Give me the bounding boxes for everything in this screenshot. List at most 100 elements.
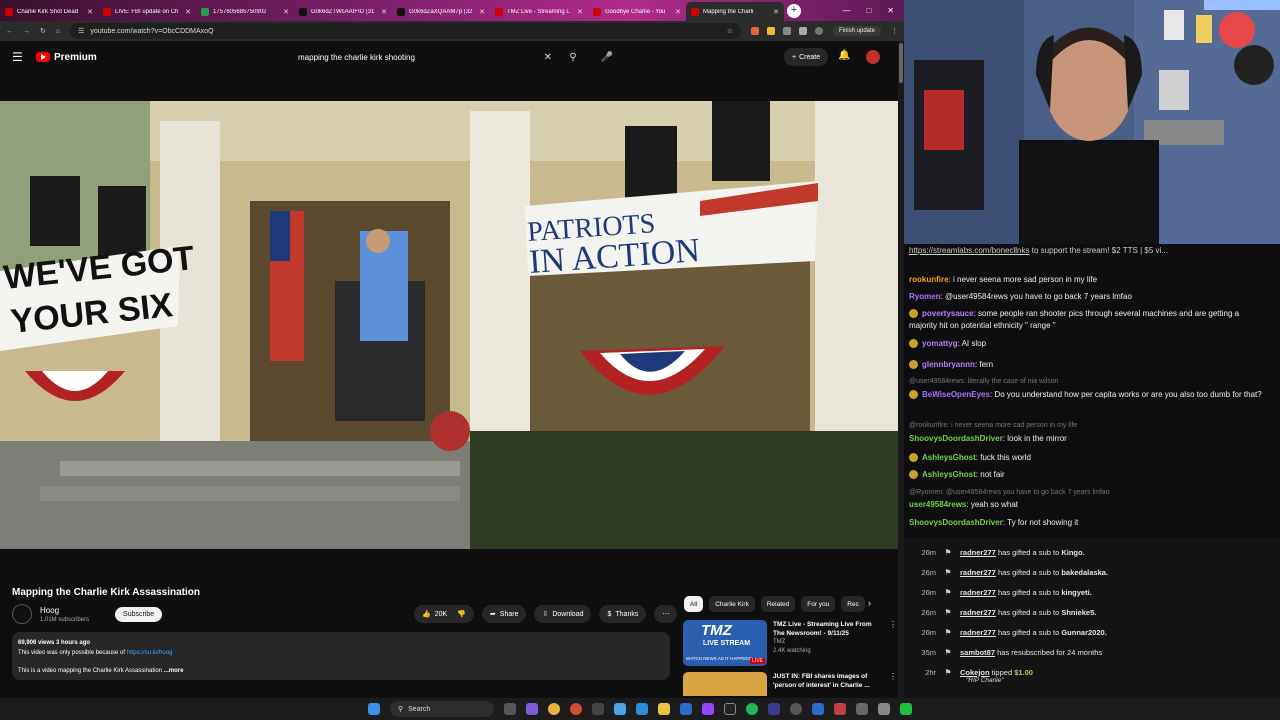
tab-close-icon[interactable]: ✕ [577, 8, 583, 16]
notifications-bell-icon[interactable]: 🔔 [838, 50, 850, 61]
app-icon[interactable] [812, 703, 824, 715]
thanks-button[interactable]: $ Thanks [599, 605, 647, 623]
chat-username[interactable]: BeWiseOpenEyes [922, 390, 990, 399]
app-icon[interactable] [526, 703, 538, 715]
event-user[interactable]: radner277 [960, 588, 996, 597]
folder-icon[interactable] [658, 703, 670, 715]
chat-username[interactable]: povertysauce [922, 309, 974, 318]
chat-pinned-link[interactable]: https://streamlabs.com/bonecllnks [909, 246, 1030, 255]
recommendation-menu-icon[interactable]: ⋮ [889, 672, 897, 696]
maximize-icon[interactable]: □ [866, 6, 871, 15]
tab-close-icon[interactable]: ✕ [675, 8, 681, 16]
tab-close-icon[interactable]: ✕ [479, 8, 485, 16]
puzzle-icon[interactable] [798, 27, 807, 35]
browser-tab[interactable]: Mapping the Charli ✕ [686, 2, 784, 21]
show-more-link[interactable]: ...more [164, 668, 184, 674]
chip-rec[interactable]: Rec [841, 596, 865, 612]
browser-tab[interactable]: 1757605685750902 ✕ [196, 2, 294, 21]
chip-charlie-kirk[interactable]: Charlie Kirk [709, 596, 755, 612]
menu-hamburger-icon[interactable]: ☰ [12, 50, 36, 64]
app-icon[interactable] [724, 703, 736, 715]
app-icon[interactable] [834, 703, 846, 715]
close-window-icon[interactable]: ✕ [887, 6, 894, 15]
chat-username[interactable]: AshleysGhost [922, 453, 976, 462]
tab-close-icon[interactable]: ✕ [87, 8, 93, 16]
like-button[interactable]: 👍 20K 👎 [414, 605, 474, 623]
chip-related[interactable]: Related [760, 596, 796, 612]
create-button[interactable]: + Create [784, 48, 829, 66]
app-icon[interactable] [790, 703, 802, 715]
more-actions-button[interactable]: ⋯ [654, 605, 678, 623]
app-icon[interactable] [614, 703, 626, 715]
start-icon[interactable] [368, 703, 380, 715]
description-link[interactable]: https://su.lu/hoog [127, 650, 173, 656]
finish-update-button[interactable]: Finish update [832, 26, 881, 36]
video-player[interactable]: WE'VE GOT YOUR SIX PATRIOTS IN ACTION [0, 101, 898, 549]
browser-tab[interactable]: G0k6dZaXQAAM7p (32 ✕ [392, 2, 490, 21]
forward-icon[interactable]: → [23, 28, 30, 35]
chat-username[interactable]: Ryomen [909, 292, 941, 301]
share-button[interactable]: ➦ Share [481, 605, 527, 623]
extension-icon[interactable] [750, 27, 759, 35]
taskbar-search[interactable]: ⚲ Search [390, 701, 494, 717]
minimize-icon[interactable]: — [842, 6, 850, 15]
browser-tab[interactable]: Goodbye Charlie - You ✕ [588, 2, 686, 21]
channel-avatar[interactable] [12, 604, 32, 624]
scrollbar-thumb[interactable] [899, 43, 903, 83]
app-icon[interactable] [878, 703, 890, 715]
account-avatar[interactable] [866, 50, 880, 64]
recommendation-thumbnail[interactable] [683, 672, 767, 696]
profile-icon[interactable] [814, 27, 823, 35]
subscribe-button[interactable]: Subscribe [115, 606, 163, 622]
app-icon[interactable] [702, 703, 714, 715]
browser-tab[interactable]: Charlie Kirk Shot Dead ✕ [0, 2, 98, 21]
tab-close-icon[interactable]: ✕ [381, 8, 387, 16]
chrome-icon[interactable] [548, 703, 560, 715]
chip-for-you[interactable]: For you [801, 596, 836, 612]
app-icon[interactable] [900, 703, 912, 715]
app-icon[interactable] [856, 703, 868, 715]
recommendation-item[interactable]: TMZ LIVE STREAM WATCH NEWS AS IT HAPPENS… [683, 620, 897, 666]
clear-search-icon[interactable]: ✕ [544, 52, 552, 63]
reload-icon[interactable]: ↻ [40, 27, 46, 35]
recommendation-thumbnail[interactable]: TMZ LIVE STREAM WATCH NEWS AS IT HAPPENS… [683, 620, 767, 666]
app-icon[interactable] [768, 703, 780, 715]
chat-username[interactable]: rookunfire [909, 275, 949, 284]
tab-close-icon[interactable]: ✕ [773, 8, 779, 16]
app-icon[interactable] [570, 703, 582, 715]
app-icon[interactable] [592, 703, 604, 715]
browser-tab[interactable]: G0k6dZTWcAAIFID (31 ✕ [294, 2, 392, 21]
back-icon[interactable]: ← [6, 28, 13, 35]
bookmark-star-icon[interactable]: ☆ [727, 27, 733, 35]
tab-close-icon[interactable]: ✕ [185, 8, 191, 16]
event-user[interactable]: sambot87 [960, 648, 995, 657]
browser-tab[interactable]: LIVE: FBI update on Ch ✕ [98, 2, 196, 21]
download-button[interactable]: ⇩ Download [534, 605, 592, 623]
tab-close-icon[interactable]: ✕ [283, 8, 289, 16]
channel-name[interactable]: Hoog [40, 606, 89, 615]
search-button[interactable]: ⚲ [562, 47, 584, 67]
youtube-logo[interactable]: Premium [36, 52, 97, 63]
event-user[interactable]: radner277 [960, 568, 996, 577]
chat-username[interactable]: yomattyg [922, 339, 958, 348]
app-icon[interactable] [680, 703, 692, 715]
home-icon[interactable]: ⌂ [56, 28, 60, 35]
description-box[interactable]: 69,906 views 3 hours ago This video was … [12, 632, 670, 680]
chat-username[interactable]: glennbryannn [922, 360, 975, 369]
chat-username[interactable]: ShoovysDoordashDriver [909, 434, 1003, 443]
new-tab-button[interactable]: + [787, 3, 801, 18]
browser-tab[interactable]: TMZ Live - Streaming L ✕ [490, 2, 588, 21]
event-user[interactable]: radner277 [960, 608, 996, 617]
site-info-icon[interactable]: ☰ [78, 27, 84, 35]
spotify-icon[interactable] [746, 703, 758, 715]
thumbs-down-icon[interactable]: 👎 [457, 610, 466, 618]
menu-dots-icon[interactable]: ⋮ [891, 27, 898, 35]
voice-search-button[interactable]: 🎤 [597, 47, 617, 67]
event-user[interactable]: radner277 [960, 548, 996, 557]
extension-icon[interactable] [766, 27, 775, 35]
recommendation-item[interactable]: JUST IN: FBI shares images of 'person of… [683, 672, 897, 696]
chip-all[interactable]: All [684, 596, 704, 612]
event-user[interactable]: radner277 [960, 628, 996, 637]
url-field[interactable]: ☰ youtube.com/watch?v=ObcCDDMAxoQ ☆ [70, 23, 741, 39]
app-icon[interactable] [636, 703, 648, 715]
